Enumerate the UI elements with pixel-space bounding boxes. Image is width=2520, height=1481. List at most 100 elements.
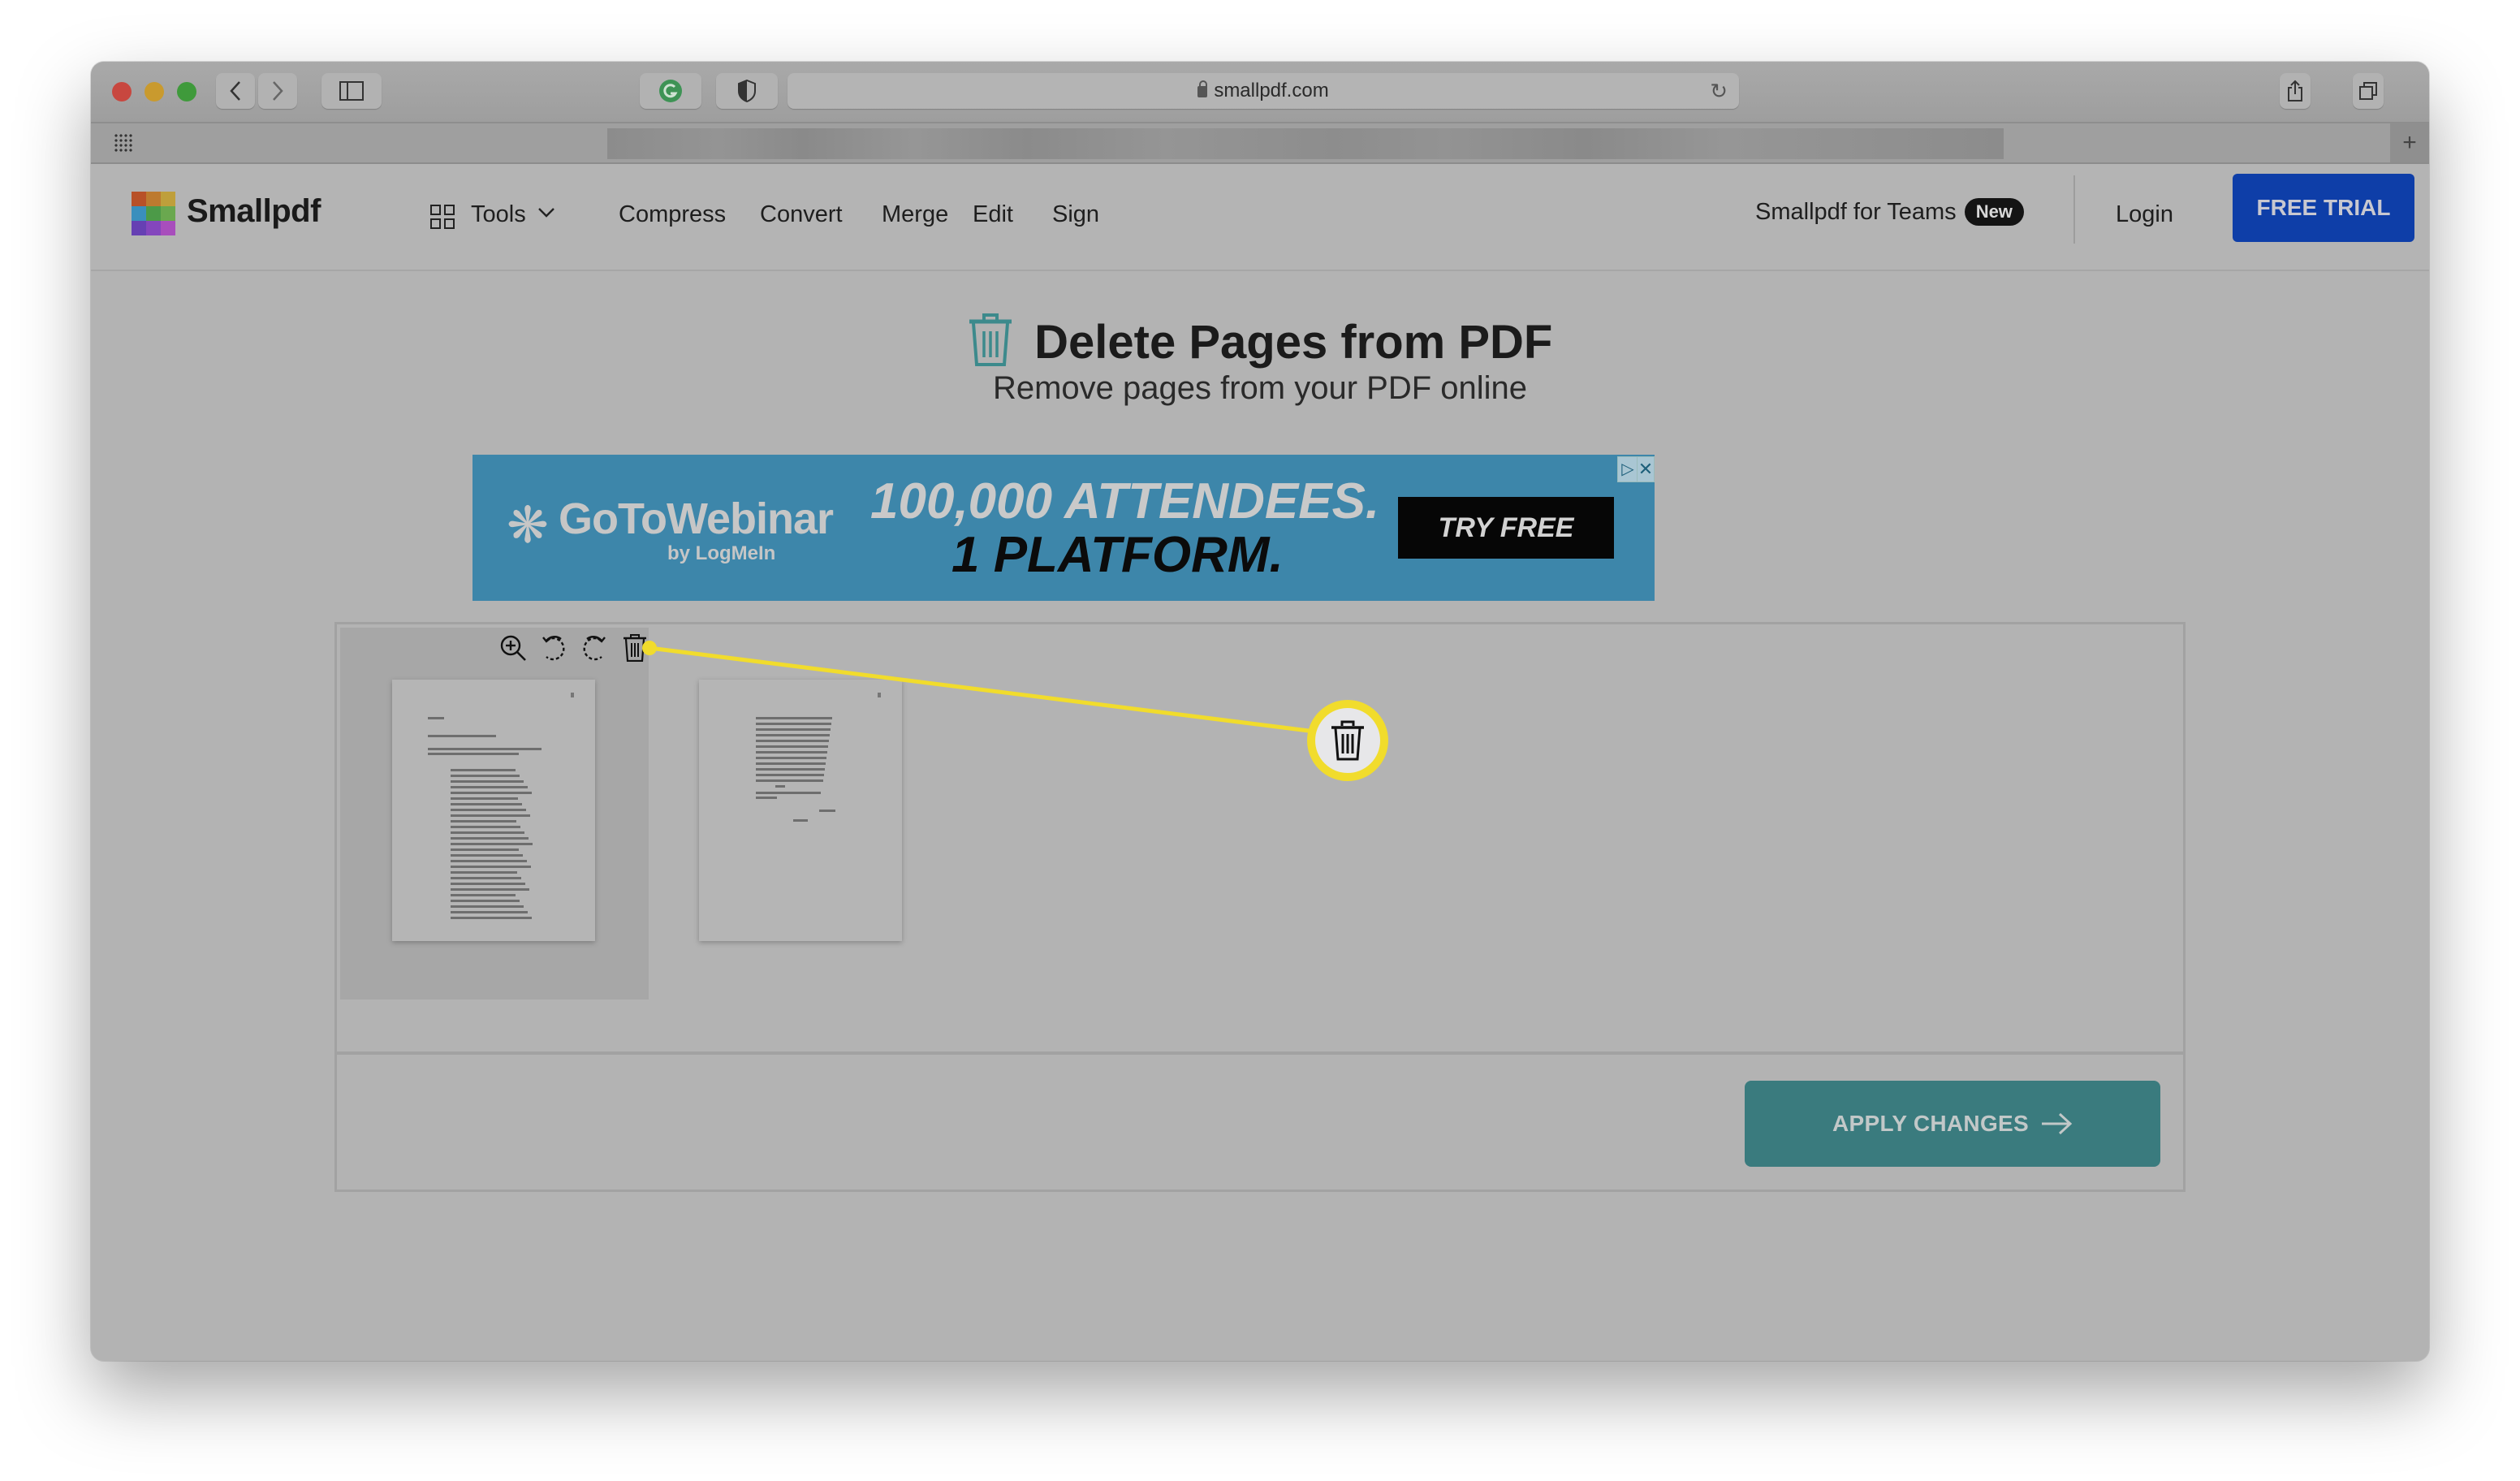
smallpdf-logo-icon[interactable] [132,192,175,235]
thumbnail-text-line [451,775,520,777]
thumbnail-text-line [756,768,825,771]
nav-merge[interactable]: Merge [882,201,948,228]
gotowebinar-logo-icon: ❋ [507,498,549,554]
page-number-mark [878,693,881,697]
trash-icon [968,313,1013,371]
brand-name[interactable]: Smallpdf [187,193,321,230]
privacy-extension-button[interactable] [716,73,778,109]
thumbnail-text-line [756,745,828,748]
back-button[interactable] [216,73,255,109]
pages-grid [337,624,2183,1055]
thumbnail-text-line [756,740,829,742]
new-tab-button[interactable]: + [2390,123,2429,162]
page-card[interactable] [340,628,649,1000]
page-toolbar [498,633,650,663]
nav-edit[interactable]: Edit [973,201,1013,228]
page-number-mark [571,693,574,697]
ad-banner[interactable]: ❋ GoToWebinar by LogMeIn 100,000 ATTENDE… [472,455,1655,601]
teams-link[interactable]: Smallpdf for Teams New [1755,198,2024,226]
thumbnail-text-line [451,814,530,817]
page-card[interactable] [647,628,956,1000]
share-button[interactable] [2280,73,2311,109]
free-trial-button[interactable]: FREE TRIAL [2233,174,2414,242]
thumbnail-text-line [819,810,835,812]
address-bar[interactable]: smallpdf.com ↻ [788,73,1739,109]
thumbnail-text-line [756,723,831,725]
privacy-shield-icon [738,80,756,102]
editor-footer: APPLY CHANGES [337,1055,2183,1190]
new-badge: New [1964,198,2024,226]
thumbnail-text-line [756,751,827,753]
share-icon [2288,80,2302,101]
nav-sign[interactable]: Sign [1052,201,1099,228]
ad-brand-sub: by LogMeIn [667,542,776,564]
sidebar-toggle-button[interactable] [321,73,382,109]
thumbnail-text-line [451,786,528,788]
chevron-down-icon [537,208,554,218]
thumbnail-text-line [451,911,528,913]
thumbnail-text-line [451,854,523,857]
thumbnail-text-line [756,774,824,776]
sidebar-icon [339,81,364,101]
tools-menu[interactable]: Tools [471,201,555,228]
nav-convert[interactable]: Convert [760,201,843,228]
thumbnail-text-line [451,894,516,896]
forward-icon [273,81,283,101]
login-link[interactable]: Login [2116,201,2173,228]
ad-headline-1: 100,000 ATTENDEES. [870,473,1380,529]
thumbnail-text-line [775,785,785,788]
thumbnail-text-line [451,917,532,919]
trash-icon [624,634,646,662]
thumbnail-text-line [451,837,529,840]
maximize-window-button[interactable] [177,82,196,101]
apply-changes-button[interactable]: APPLY CHANGES [1745,1081,2160,1167]
close-window-button[interactable] [112,82,132,101]
thumbnail-text-line [428,717,444,719]
page-title: Delete Pages from PDF [1034,316,1553,369]
nav-divider [2073,175,2075,244]
arrow-right-icon [2041,1112,2073,1135]
rotate-left-icon[interactable] [538,633,569,663]
page-heading: Delete Pages from PDF [91,313,2429,371]
site-header: Smallpdf Tools Compress Convert Merge Ed… [91,164,2429,271]
show-tabs-button[interactable] [2353,73,2384,109]
trash-icon [1331,720,1364,761]
thumbnail-text-line [451,792,532,794]
ad-close-button[interactable]: ✕ [1637,456,1655,482]
ad-headline-2: 1 PLATFORM. [951,527,1284,583]
grammarly-extension-button[interactable] [640,73,701,109]
tabs-icon [2359,82,2377,100]
thumbnail-text-line [451,871,517,874]
minimize-window-button[interactable] [145,82,164,101]
thumbnail-text-line [756,717,832,719]
thumbnail-text-line [756,762,826,765]
thumbnail-text-line [451,826,520,828]
thumbnail-text-line [756,757,826,759]
page-thumbnail-2[interactable] [699,680,902,941]
thumbnail-text-line [451,883,525,885]
lock-icon [1197,80,1208,97]
page-editor: APPLY CHANGES [334,622,2186,1192]
ad-try-free-button[interactable]: TRY FREE [1398,497,1614,559]
thumbnail-text-line [428,735,496,737]
thumbnail-text-line [451,769,516,771]
thumbnail-text-line [451,860,527,862]
nav-compress[interactable]: Compress [619,201,726,228]
browser-titlebar: smallpdf.com ↻ [91,62,2429,123]
ad-brand: GoToWebinar [559,494,834,543]
url-text: smallpdf.com [1214,80,1329,101]
thumbnail-text-line [451,866,531,868]
page-subtitle: Remove pages from your PDF online [992,370,1528,406]
thumbnail-text-line [756,797,777,799]
callout-highlight [1307,700,1388,781]
zoom-in-icon[interactable] [498,633,529,663]
reload-icon[interactable]: ↻ [1710,73,1728,109]
apps-grid-icon[interactable] [114,133,133,153]
thumbnail-text-line [451,905,524,908]
thumbnail-text-line [756,779,823,782]
page-thumbnail-1[interactable] [392,680,595,941]
adchoices-icon[interactable]: ▷ [1617,456,1638,482]
rotate-right-icon[interactable] [579,633,610,663]
delete-page-button[interactable] [619,633,650,663]
forward-button[interactable] [258,73,297,109]
